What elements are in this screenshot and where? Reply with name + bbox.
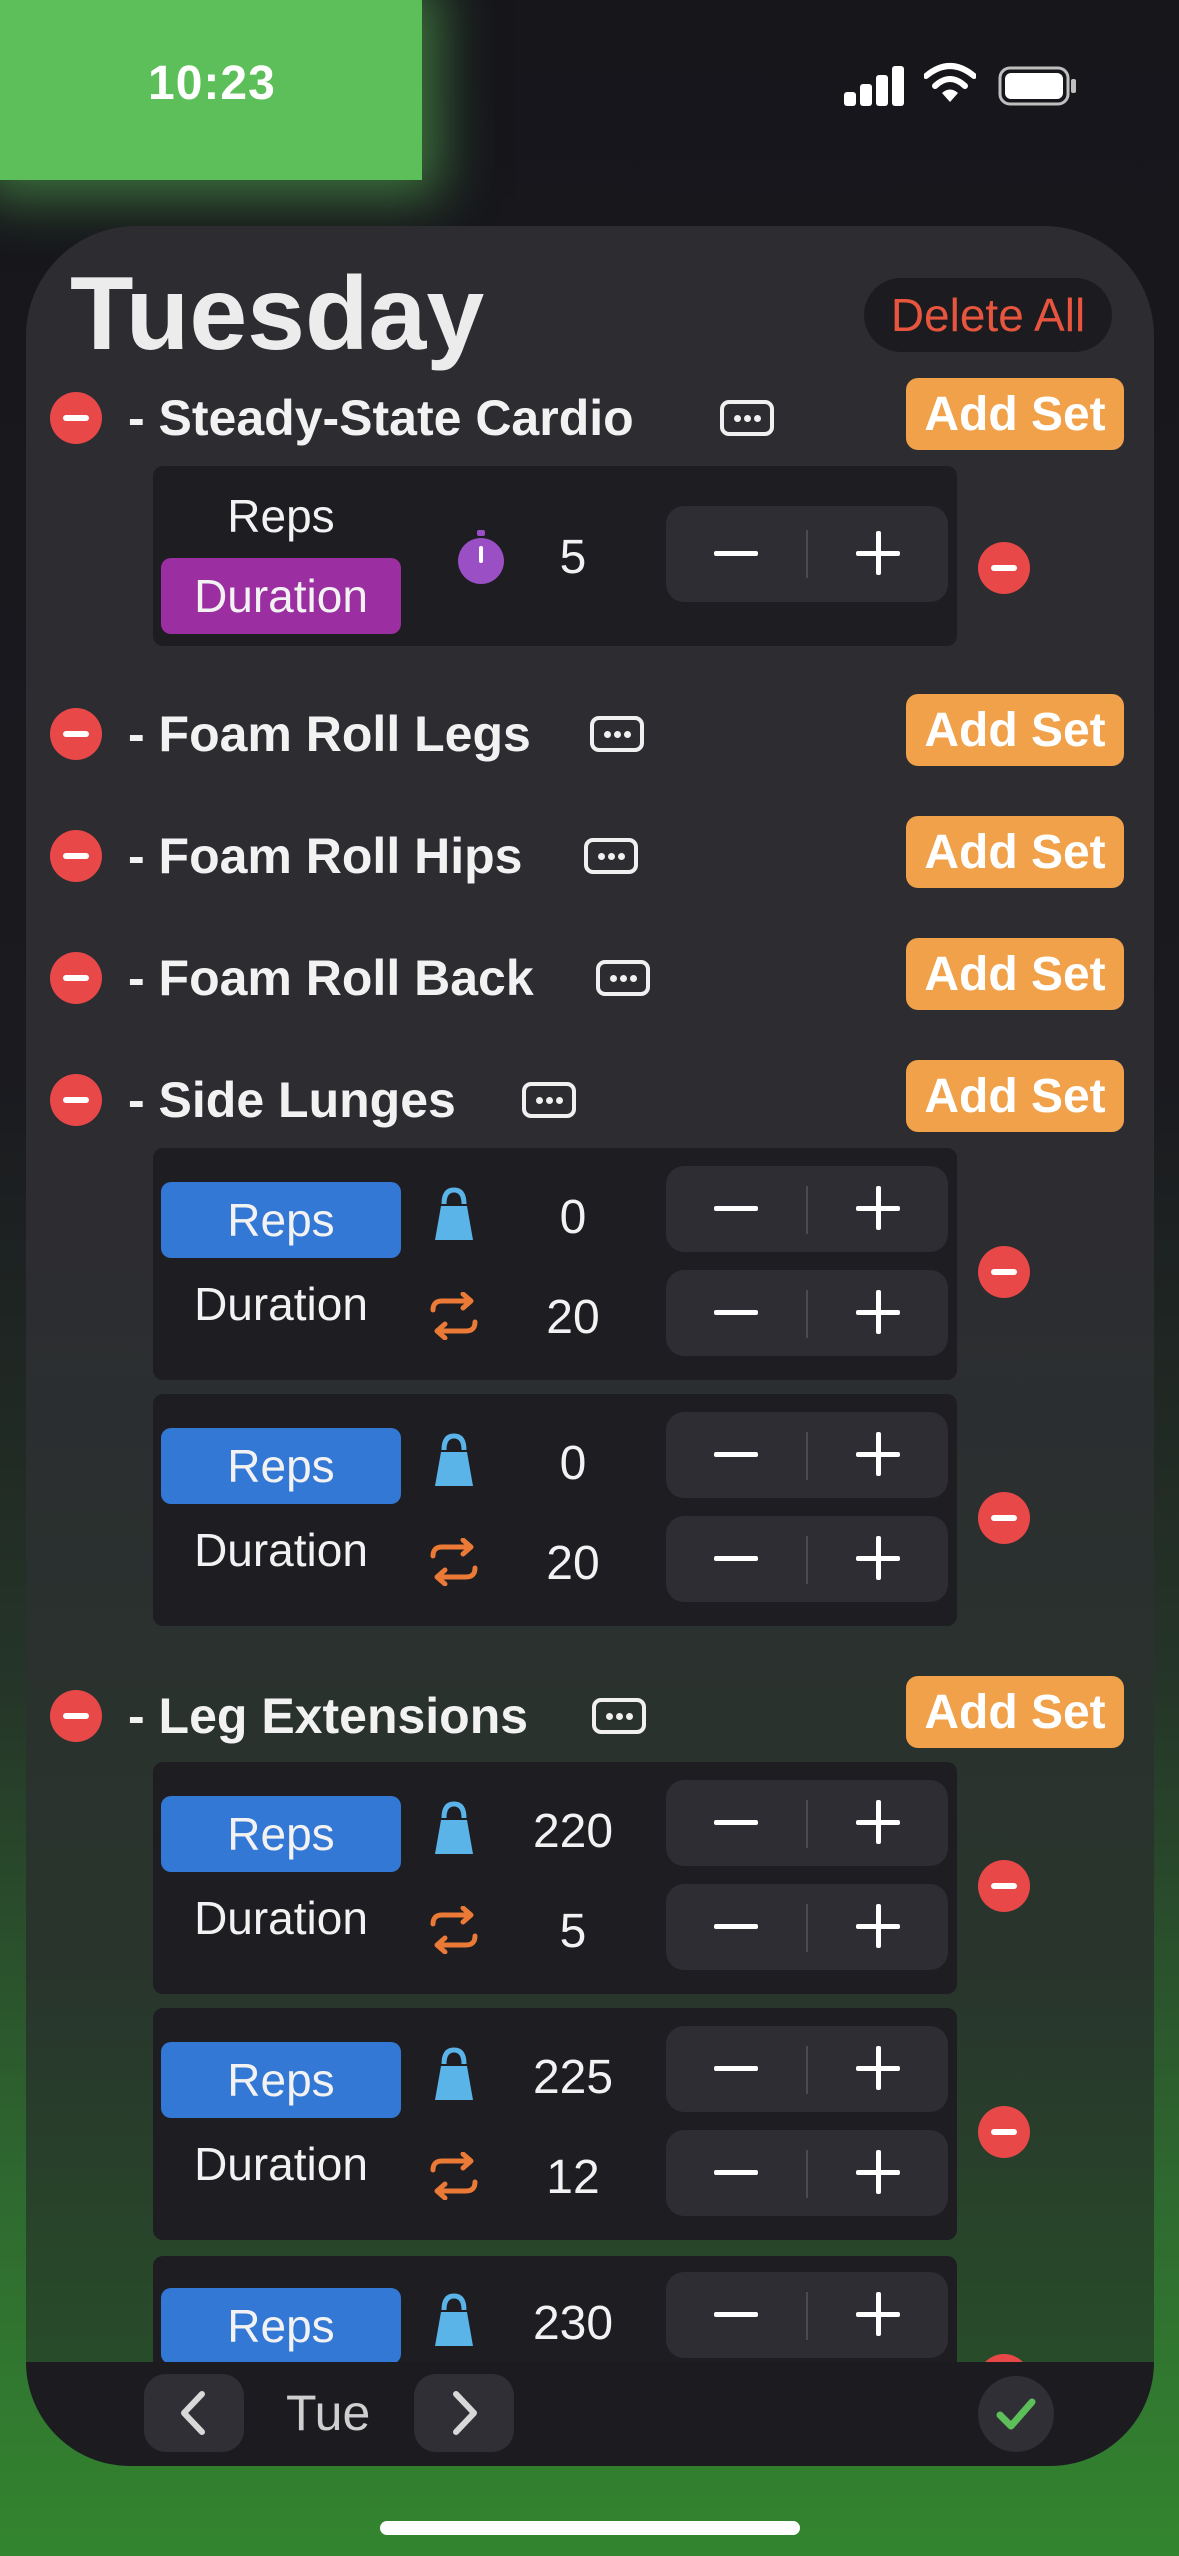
duration-toggle[interactable]: Duration xyxy=(161,558,401,634)
exercise-name: - Leg Extensions xyxy=(128,1688,529,1744)
add-set-button[interactable]: Add Set xyxy=(906,1676,1124,1748)
weight-stepper[interactable] xyxy=(666,2026,948,2112)
remove-exercise-button[interactable] xyxy=(50,392,102,444)
weight-stepper[interactable] xyxy=(666,2272,948,2358)
exercise-row: - Foam Roll Legs Add Set xyxy=(26,694,1154,774)
remove-exercise-button[interactable] xyxy=(50,952,102,1004)
kettlebell-icon xyxy=(435,2293,473,2346)
reps-toggle[interactable]: Reps xyxy=(161,2042,401,2118)
weight-stepper[interactable] xyxy=(666,1412,948,1498)
weight-value: 225 xyxy=(532,2051,614,2104)
reps-value: 20 xyxy=(546,1537,600,1590)
set-card: Reps Duration 5 xyxy=(153,466,957,646)
duration-toggle[interactable]: Duration xyxy=(161,1880,401,1956)
reps-stepper[interactable] xyxy=(666,1270,948,1356)
repeat-icon xyxy=(430,1906,478,1954)
add-set-button[interactable]: Add Set xyxy=(906,1060,1124,1132)
exercise-name: - Side Lunges xyxy=(128,1072,456,1128)
checkmark-icon xyxy=(996,2398,1036,2430)
set-card: Reps Duration 0 20 xyxy=(153,1394,957,1626)
reps-toggle[interactable]: Reps xyxy=(161,1182,401,1258)
duration-stepper[interactable] xyxy=(666,506,948,602)
duration-toggle[interactable]: Duration xyxy=(161,2126,401,2202)
kettlebell-icon xyxy=(435,1187,473,1240)
exercise-name: - Steady-State Cardio xyxy=(128,390,634,446)
reps-stepper[interactable] xyxy=(666,1516,948,1602)
kettlebell-icon xyxy=(435,2047,473,2100)
set-card: Reps Duration 220 5 xyxy=(153,1762,957,1994)
home-indicator[interactable] xyxy=(380,2521,800,2535)
done-button[interactable] xyxy=(978,2376,1054,2452)
next-day-button[interactable] xyxy=(414,2374,514,2452)
more-icon[interactable] xyxy=(720,400,774,436)
remove-set-button[interactable] xyxy=(978,1246,1030,1298)
remove-set-button[interactable] xyxy=(978,1860,1030,1912)
repeat-icon xyxy=(430,1292,478,1340)
remove-exercise-button[interactable] xyxy=(50,708,102,760)
exercise-name: - Foam Roll Legs xyxy=(128,706,531,762)
add-set-button[interactable]: Add Set xyxy=(906,378,1124,450)
weight-stepper[interactable] xyxy=(666,1166,948,1252)
workout-card: Tuesday Delete All - Steady-State Cardio… xyxy=(26,226,1154,2466)
remove-set-button[interactable] xyxy=(978,2106,1030,2158)
exercise-row: - Foam Roll Hips Add Set xyxy=(26,816,1154,896)
exercise-name: - Foam Roll Hips xyxy=(128,828,523,884)
weight-value: 0 xyxy=(559,1437,587,1490)
exercise-row: - Foam Roll Back Add Set xyxy=(26,938,1154,1018)
weight-value: 220 xyxy=(532,1805,614,1858)
timer-icon xyxy=(458,530,504,584)
duration-toggle[interactable]: Duration xyxy=(161,1512,401,1588)
reps-toggle[interactable]: Reps xyxy=(161,2288,401,2364)
repeat-icon xyxy=(430,2152,478,2200)
reps-value: 20 xyxy=(546,1291,600,1344)
remove-exercise-button[interactable] xyxy=(50,1690,102,1742)
chevron-left-icon xyxy=(181,2391,205,2435)
kettlebell-icon xyxy=(435,1433,473,1486)
prev-day-button[interactable] xyxy=(144,2374,244,2452)
reps-toggle[interactable]: Reps xyxy=(161,1428,401,1504)
reps-value: 5 xyxy=(559,1905,587,1958)
remove-set-button[interactable] xyxy=(978,1492,1030,1544)
reps-toggle[interactable]: Reps xyxy=(161,1796,401,1872)
reps-stepper[interactable] xyxy=(666,2130,948,2216)
current-day-label: Tue xyxy=(286,2385,371,2441)
reps-value: 12 xyxy=(546,2151,600,2204)
more-icon[interactable] xyxy=(584,838,638,874)
day-title: Tuesday xyxy=(70,256,485,372)
wifi-icon xyxy=(924,63,976,102)
battery-icon xyxy=(998,66,1076,106)
bottom-nav: Tue xyxy=(26,2362,1154,2466)
remove-set-button[interactable] xyxy=(978,542,1030,594)
add-set-button[interactable]: Add Set xyxy=(906,938,1124,1010)
exercise-name: - Foam Roll Back xyxy=(128,950,534,1006)
duration-toggle[interactable]: Duration xyxy=(161,1266,401,1342)
duration-value: 5 xyxy=(559,531,587,584)
delete-all-button[interactable]: Delete All xyxy=(864,278,1112,352)
chevron-right-icon xyxy=(453,2391,477,2435)
more-icon[interactable] xyxy=(596,960,650,996)
weight-stepper[interactable] xyxy=(666,1780,948,1866)
more-icon[interactable] xyxy=(522,1082,576,1118)
reps-stepper[interactable] xyxy=(666,1884,948,1970)
repeat-icon xyxy=(430,1538,478,1586)
more-icon[interactable] xyxy=(590,716,644,752)
remove-exercise-button[interactable] xyxy=(50,1074,102,1126)
set-card: Reps Duration 0 20 xyxy=(153,1148,957,1380)
add-set-button[interactable]: Add Set xyxy=(906,694,1124,766)
remove-exercise-button[interactable] xyxy=(50,830,102,882)
signal-icon xyxy=(844,62,904,106)
kettlebell-icon xyxy=(435,1801,473,1854)
status-time: 10:23 xyxy=(148,57,276,110)
weight-value: 0 xyxy=(559,1191,587,1244)
weight-value: 230 xyxy=(532,2297,614,2350)
set-card: Reps Duration 225 12 xyxy=(153,2008,957,2240)
exercise-row: - Leg Extensions Add Set xyxy=(26,1676,1154,1756)
exercise-row: - Side Lunges Add Set xyxy=(26,1060,1154,1140)
more-icon[interactable] xyxy=(592,1698,646,1734)
exercise-row: - Steady-State Cardio Add Set xyxy=(26,378,1154,458)
add-set-button[interactable]: Add Set xyxy=(906,816,1124,888)
reps-toggle[interactable]: Reps xyxy=(161,478,401,554)
